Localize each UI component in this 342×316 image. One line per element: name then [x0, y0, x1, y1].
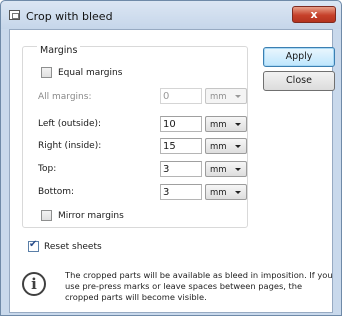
top-margin-input[interactable]: 3 [160, 161, 202, 177]
top-margin-unit-select[interactable]: mm [205, 161, 247, 177]
info-icon: i [22, 272, 46, 296]
crop-with-bleed-dialog: Crop with bleed x Margins Equal margins … [0, 0, 342, 316]
margins-group-legend: Margins [37, 45, 81, 56]
chevron-down-icon [235, 191, 241, 194]
crop-app-icon [9, 10, 20, 20]
chevron-down-icon [235, 123, 241, 126]
bottom-margin-unit-select[interactable]: mm [205, 184, 247, 200]
bottom-margin-label: Bottom: [38, 187, 75, 197]
chevron-down-icon [235, 95, 241, 98]
close-window-button[interactable]: x [292, 6, 336, 23]
equal-margins-checkbox[interactable] [41, 67, 52, 78]
right-margin-input[interactable]: 15 [160, 138, 202, 154]
title-bar[interactable]: Crop with bleed x [1, 1, 341, 29]
mirror-margins-label: Mirror margins [58, 211, 124, 221]
left-margin-label: Left (outside): [38, 119, 102, 129]
info-message: The cropped parts will be available as b… [65, 270, 333, 302]
reset-sheets-label: Reset sheets [44, 242, 102, 252]
window-title: Crop with bleed [26, 10, 113, 23]
left-margin-unit-value: mm [210, 120, 227, 130]
all-margins-label: All margins: [38, 92, 92, 102]
right-margin-unit-value: mm [210, 142, 227, 152]
mirror-margins-checkbox[interactable] [41, 210, 52, 221]
top-margin-unit-value: mm [210, 165, 227, 175]
bottom-margin-unit-value: mm [210, 188, 227, 198]
all-margins-input[interactable]: 0 [160, 88, 202, 104]
chevron-down-icon [235, 145, 241, 148]
chevron-down-icon [235, 168, 241, 171]
left-margin-input[interactable]: 10 [160, 116, 202, 132]
equal-margins-label: Equal margins [58, 68, 123, 78]
right-margin-unit-select[interactable]: mm [205, 138, 247, 154]
close-button[interactable]: Close [263, 71, 335, 91]
bottom-margin-input[interactable]: 3 [160, 184, 202, 200]
top-margin-label: Top: [38, 164, 57, 174]
close-icon: x [310, 8, 318, 21]
all-margins-unit-value: mm [210, 92, 227, 102]
right-margin-label: Right (inside): [38, 141, 102, 151]
margins-group [22, 46, 248, 228]
all-margins-unit-select[interactable]: mm [205, 88, 247, 104]
dialog-body: Margins Equal margins All margins: 0 mm … [9, 29, 335, 313]
reset-sheets-checkbox[interactable] [28, 239, 39, 252]
left-margin-unit-select[interactable]: mm [205, 116, 247, 132]
apply-button[interactable]: Apply [263, 47, 335, 67]
